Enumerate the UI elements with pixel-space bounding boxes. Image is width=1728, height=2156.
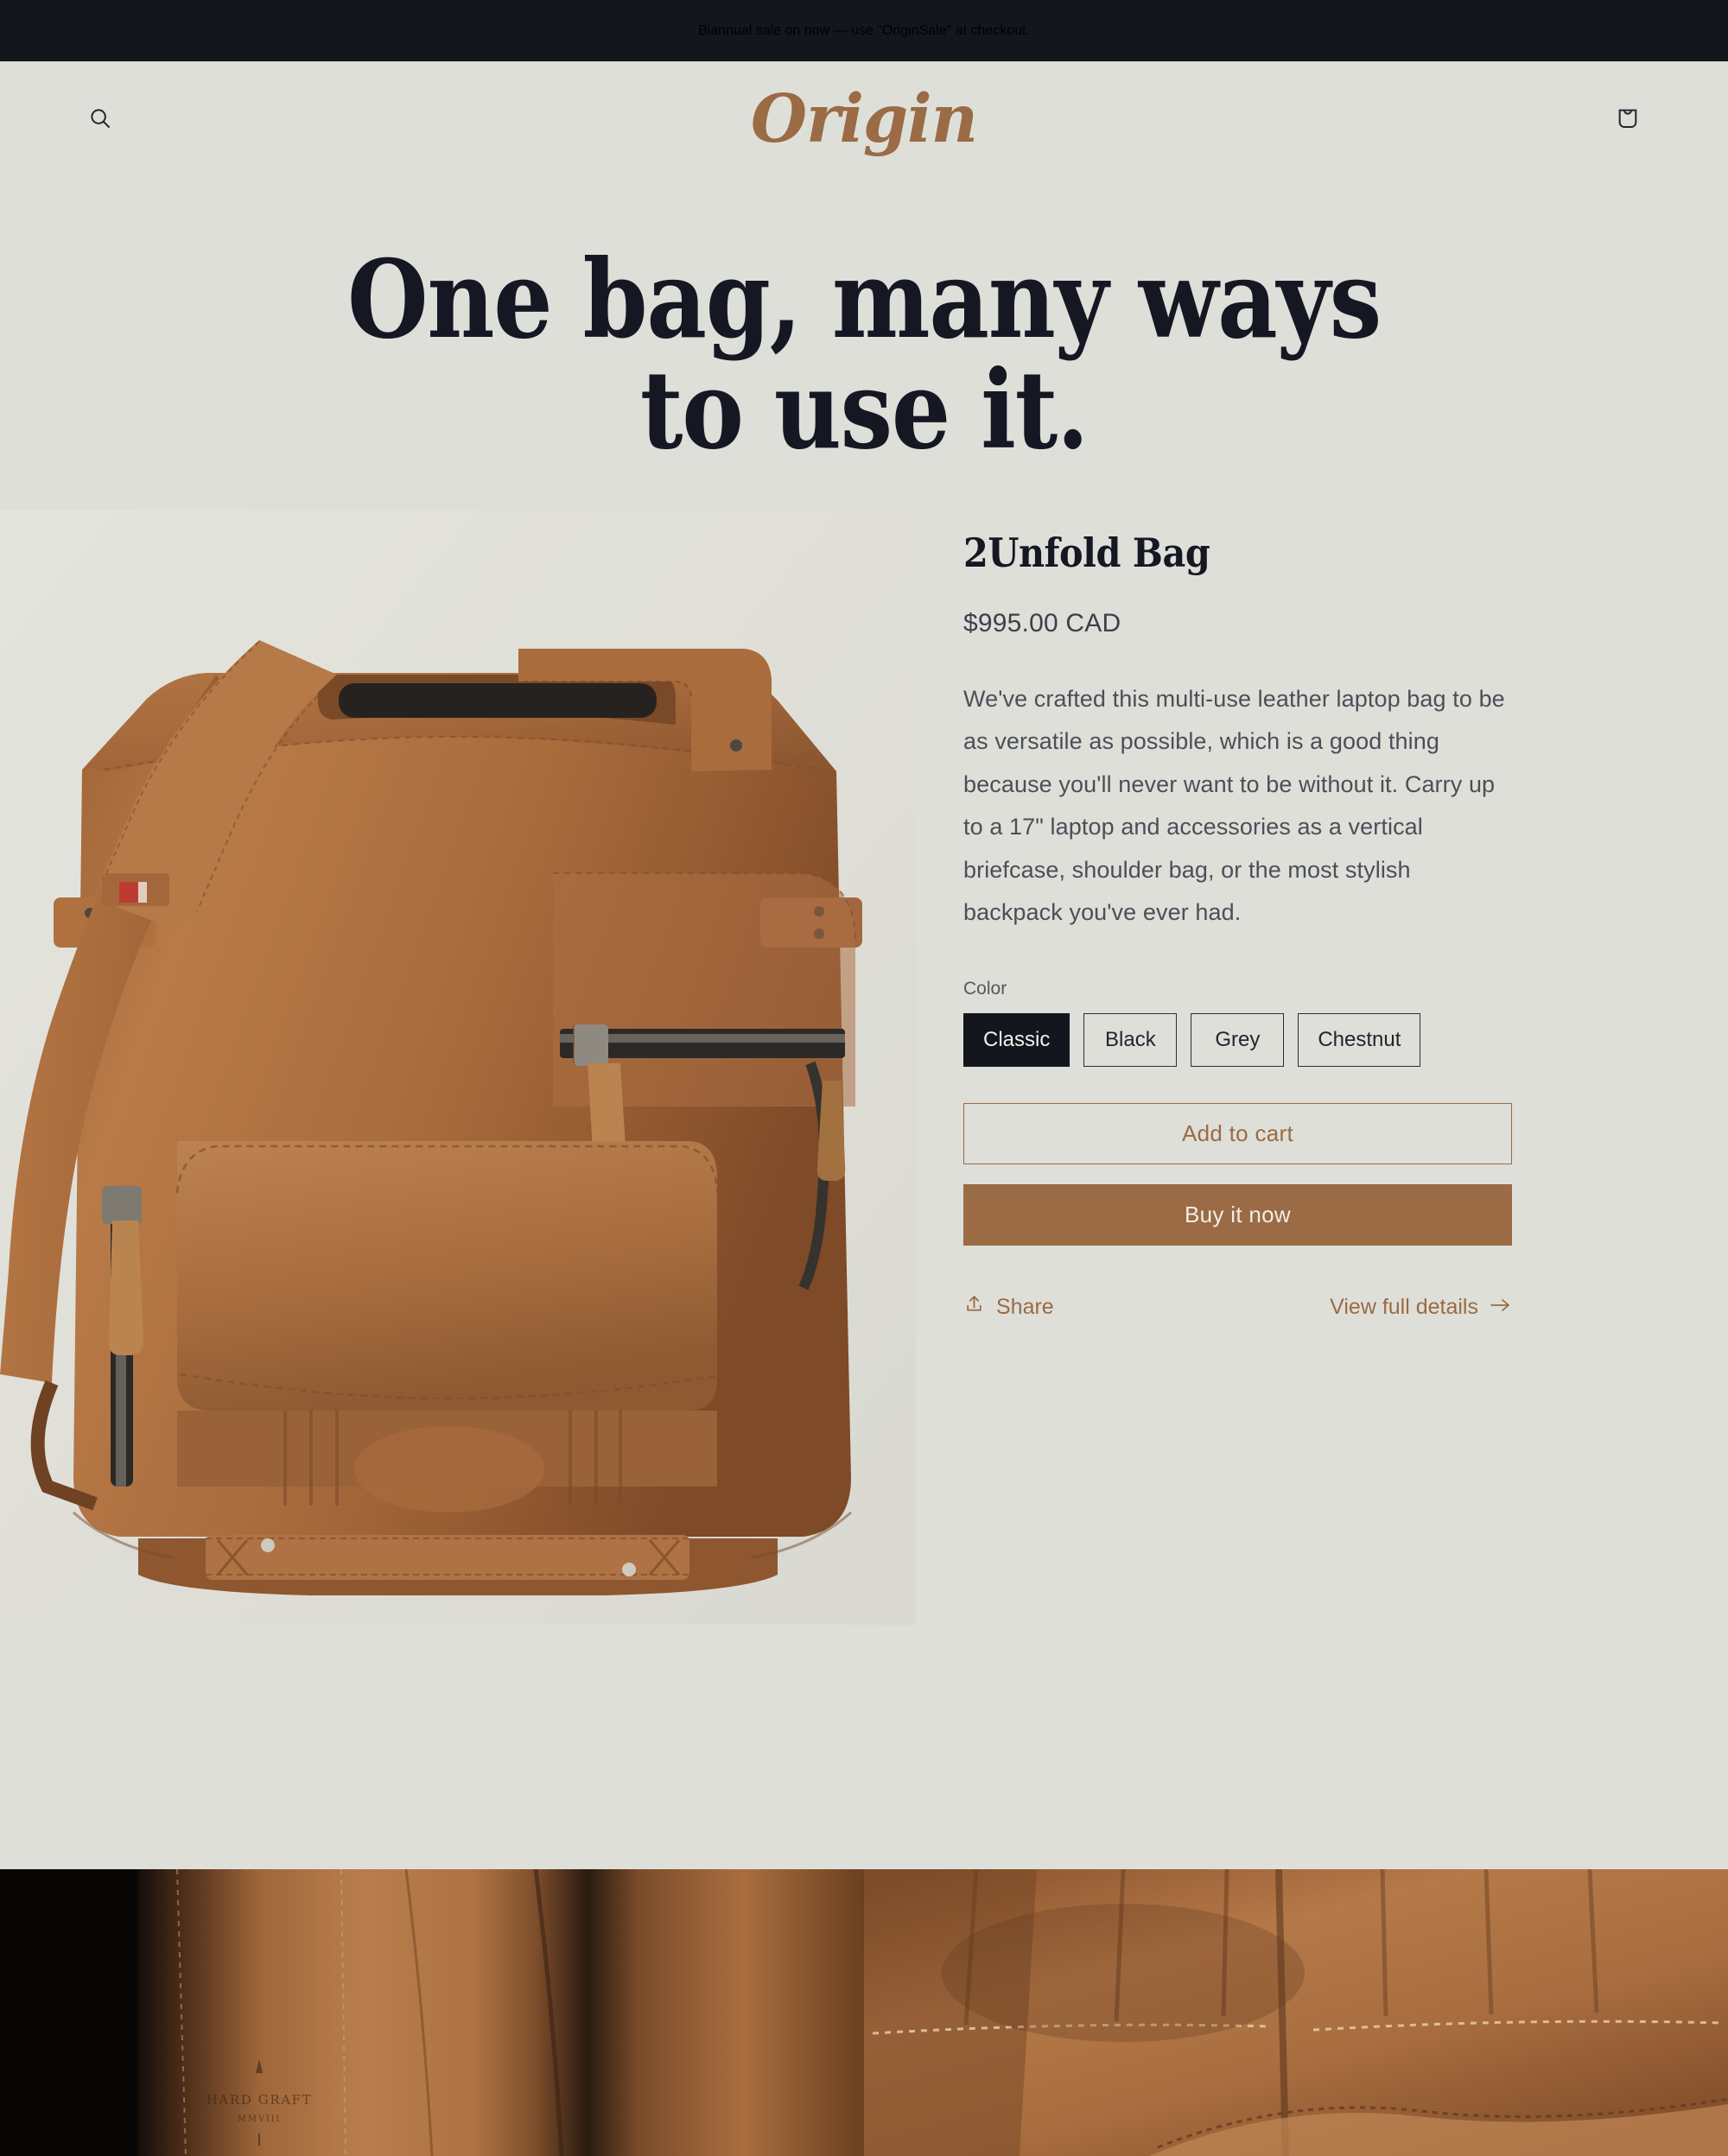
add-to-cart-button[interactable]: Add to cart [963,1103,1512,1165]
product-info: 2Unfold Bag $995.00 CAD We've crafted th… [916,510,1512,1321]
announcement-bar: Biannual sale on now — use "OriginSale" … [0,0,1728,61]
product-description: We've crafted this multi-use leather lap… [963,686,1505,926]
view-full-details-link[interactable]: View full details [1330,1295,1512,1320]
search-button[interactable] [79,99,121,141]
announcement-text: Biannual sale on now — use "OriginSale" … [697,22,1031,38]
color-swatch-group: Classic Black Grey Chestnut [963,1013,1512,1068]
product-media[interactable] [0,510,916,1625]
page-root: Biannual sale on now — use "OriginSale" … [0,0,1728,2156]
arrow-right-icon [1490,1295,1512,1320]
emboss-brand-text: HARD GRAFT [206,2092,313,2108]
detail-image-right[interactable] [864,1869,1728,2156]
color-option-label: Color [963,979,1007,999]
product-section: 2Unfold Bag $995.00 CAD We've crafted th… [0,510,1728,1625]
color-swatch-classic[interactable]: Classic [963,1013,1070,1068]
hero-section: One bag, many ways to use it. [0,178,1728,510]
hero-line-2: to use it. [639,346,1090,473]
share-label: Share [996,1294,1054,1319]
share-button[interactable]: Share [963,1293,1054,1321]
page-title: One bag, many ways to use it. [121,237,1607,473]
product-title: 2Unfold Bag [963,529,1210,576]
product-meta-row: Share View full details [963,1293,1512,1321]
cart-button[interactable] [1607,99,1649,141]
site-header: Origin [0,61,1728,178]
product-price: $995.00 CAD [963,609,1121,637]
emboss-year-text: MMVIII [238,2115,281,2124]
detail-image-left[interactable]: HARD GRAFT MMVIII [0,1869,864,2156]
color-swatch-chestnut[interactable]: Chestnut [1298,1013,1421,1068]
share-icon [963,1293,985,1321]
shopping-bag-icon [1614,105,1642,135]
color-swatch-grey[interactable]: Grey [1191,1013,1285,1068]
search-icon [87,105,113,134]
color-swatch-black[interactable]: Black [1083,1013,1178,1068]
buy-it-now-button[interactable]: Buy it now [963,1184,1512,1246]
site-logo[interactable]: Origin [751,86,978,153]
product-image[interactable] [0,510,916,1625]
detail-image-strip: HARD GRAFT MMVIII [0,1869,1728,2156]
view-full-details-label: View full details [1330,1294,1478,1319]
hero-line-1: One bag, many ways [347,237,1382,363]
